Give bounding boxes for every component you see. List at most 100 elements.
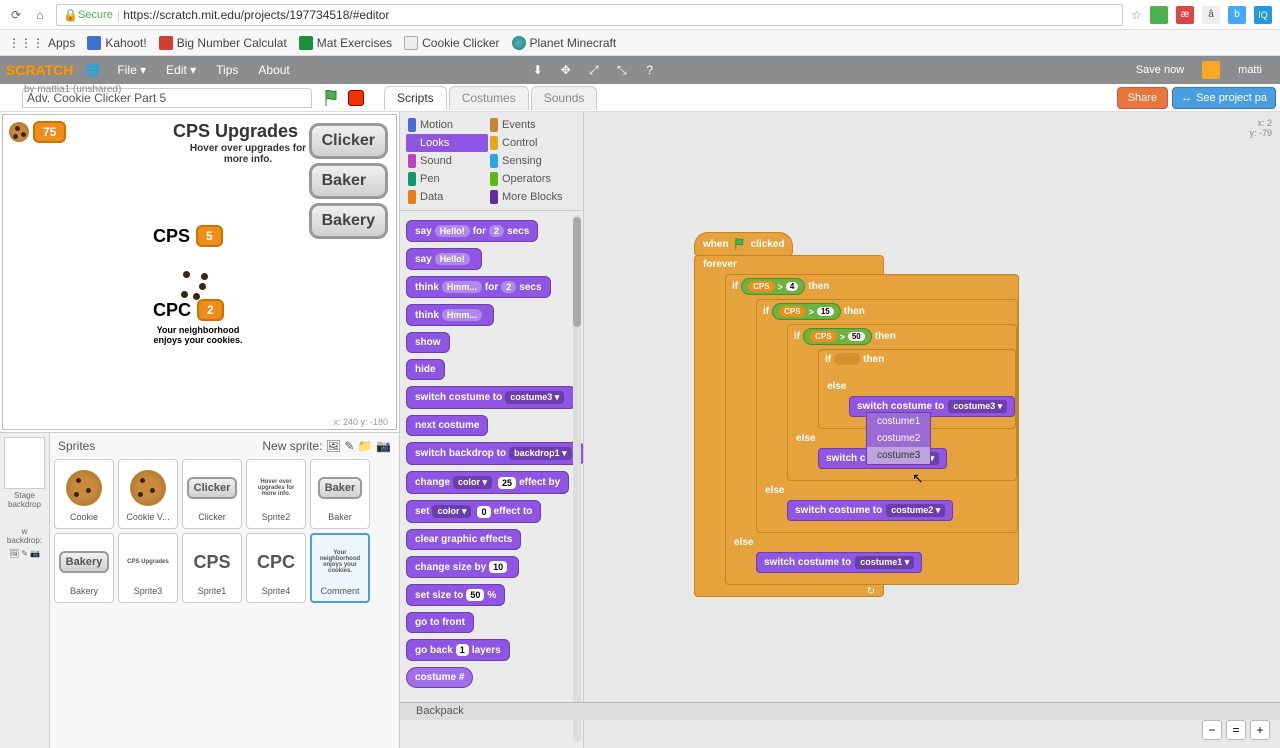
bookmark[interactable]: Kahoot! bbox=[87, 36, 146, 50]
script-stack[interactable]: when clicked forever if CPS>4 then bbox=[694, 232, 884, 597]
zoom-out-button[interactable]: − bbox=[1202, 720, 1222, 740]
switch-costume-block[interactable]: switch costume tocostume2 ▾ bbox=[787, 500, 953, 521]
ext-icon-1[interactable] bbox=[1150, 6, 1168, 24]
menu-edit[interactable]: Edit ▾ bbox=[156, 63, 206, 77]
clicker-button[interactable]: Clicker bbox=[309, 123, 388, 159]
dropdown-item[interactable]: costume3 bbox=[867, 447, 930, 464]
costume-dropdown[interactable]: costume1 costume2 costume3 bbox=[866, 412, 931, 465]
category-events[interactable]: Events bbox=[488, 116, 570, 134]
menu-file[interactable]: File ▾ bbox=[107, 63, 156, 77]
hat-block[interactable]: when clicked bbox=[694, 232, 793, 256]
sprite-cam-icon[interactable]: 📷 bbox=[376, 439, 391, 453]
category-more-blocks[interactable]: More Blocks bbox=[488, 188, 570, 206]
palette-block[interactable]: change size by 10 bbox=[406, 556, 519, 578]
bakery-button[interactable]: Bakery bbox=[309, 203, 388, 239]
sprite-card[interactable]: BakeryBakery bbox=[54, 533, 114, 603]
tab-scripts[interactable]: Scripts bbox=[384, 86, 447, 110]
backdrop-paint-icon[interactable]: ✎ bbox=[21, 549, 28, 558]
palette-block[interactable]: say Hello! for 2 secs bbox=[406, 220, 538, 242]
save-now[interactable]: Save now bbox=[1126, 64, 1194, 76]
menu-about[interactable]: About bbox=[248, 63, 299, 77]
zoom-reset-button[interactable]: = bbox=[1226, 720, 1246, 740]
palette-scrollbar[interactable] bbox=[573, 215, 581, 742]
bookmark[interactable]: Planet Minecraft bbox=[512, 36, 617, 50]
globe-icon[interactable]: 🌐 bbox=[85, 62, 101, 78]
backpack-panel[interactable]: Backpack bbox=[400, 702, 1280, 720]
category-sound[interactable]: Sound bbox=[406, 152, 488, 170]
category-operators[interactable]: Operators bbox=[488, 170, 570, 188]
sprite-lib-icon[interactable]: 🖼 bbox=[326, 439, 341, 453]
palette-block[interactable]: go back 1 layers bbox=[406, 639, 510, 661]
share-button[interactable]: Share bbox=[1117, 87, 1168, 109]
dropdown-item[interactable]: costume1 bbox=[867, 413, 930, 430]
user-icon[interactable] bbox=[1202, 61, 1220, 79]
sprite-card[interactable]: Your neighborhood enjoys your cookies.Co… bbox=[310, 533, 370, 603]
backdrop-cam-icon[interactable]: 📷 bbox=[30, 549, 40, 558]
baker-button[interactable]: Baker bbox=[309, 163, 388, 199]
category-looks[interactable]: Looks bbox=[406, 134, 488, 152]
category-control[interactable]: Control bbox=[488, 134, 570, 152]
forever-block[interactable]: forever if CPS>4 then if CPS>1 bbox=[694, 255, 884, 597]
home-icon[interactable]: ⌂ bbox=[32, 7, 48, 23]
category-data[interactable]: Data bbox=[406, 188, 488, 206]
palette-block[interactable]: go to front bbox=[406, 612, 474, 633]
palette-block[interactable]: set color ▾ 0 effect to bbox=[406, 500, 541, 523]
sprite-card[interactable]: CPSSprite1 bbox=[182, 533, 242, 603]
ext-icon-4[interactable]: b bbox=[1228, 6, 1246, 24]
sprite-card[interactable]: Cookie V... bbox=[118, 459, 178, 529]
url-bar[interactable]: 🔒 Secure | https://scratch.mit.edu/proje… bbox=[56, 4, 1123, 26]
grow-icon[interactable]: ⤢ bbox=[586, 62, 602, 78]
reload-icon[interactable]: ⟳ bbox=[8, 7, 24, 23]
sprite-card[interactable]: CPCSprite4 bbox=[246, 533, 306, 603]
palette-block[interactable]: costume # bbox=[406, 667, 473, 688]
sprite-card[interactable]: BakerBaker bbox=[310, 459, 370, 529]
palette-block[interactable]: set size to 50 % bbox=[406, 584, 505, 606]
menu-tips[interactable]: Tips bbox=[206, 63, 248, 77]
sprite-card[interactable]: Cookie bbox=[54, 459, 114, 529]
bookmark[interactable]: Cookie Clicker bbox=[404, 36, 499, 50]
see-project-page-button[interactable]: ↔ See project pa bbox=[1172, 87, 1276, 109]
palette-block[interactable]: show bbox=[406, 332, 450, 353]
palette-block[interactable]: clear graphic effects bbox=[406, 529, 521, 550]
ext-icon-5[interactable]: IQ bbox=[1254, 6, 1272, 24]
palette-block[interactable]: think Hmm... bbox=[406, 304, 494, 326]
palette-block[interactable]: think Hmm... for 2 secs bbox=[406, 276, 551, 298]
help-icon[interactable]: ? bbox=[642, 62, 658, 78]
stage[interactable]: 75 CPS Upgrades Hover over upgrades for … bbox=[2, 114, 397, 430]
sprite-upload-icon[interactable]: 📁 bbox=[358, 439, 373, 453]
stop-button[interactable] bbox=[348, 90, 364, 106]
ext-icon-2[interactable]: æ bbox=[1176, 6, 1194, 24]
stage-thumb[interactable] bbox=[4, 437, 45, 489]
palette-block[interactable]: switch backdrop to backdrop1 ▾ bbox=[406, 442, 583, 465]
tab-sounds[interactable]: Sounds bbox=[531, 86, 598, 110]
sprite-card[interactable]: Hover over upgrades for more info.Sprite… bbox=[246, 459, 306, 529]
zoom-in-button[interactable]: + bbox=[1250, 720, 1270, 740]
bookmark[interactable]: Mat Exercises bbox=[299, 36, 392, 50]
move-icon[interactable]: ✥ bbox=[558, 62, 574, 78]
green-flag-icon[interactable] bbox=[322, 88, 342, 108]
palette-block[interactable]: switch costume to costume3 ▾ bbox=[406, 386, 576, 409]
palette-block[interactable]: hide bbox=[406, 359, 445, 380]
palette-block[interactable]: change color ▾ 25 effect by bbox=[406, 471, 569, 494]
script-area[interactable]: x: 2 y: -79 when clicked forever if CPS>… bbox=[584, 112, 1280, 748]
category-pen[interactable]: Pen bbox=[406, 170, 488, 188]
palette-block[interactable]: next costume bbox=[406, 415, 488, 436]
category-sensing[interactable]: Sensing bbox=[488, 152, 570, 170]
shrink-icon[interactable]: ⤡ bbox=[614, 62, 630, 78]
palette-block[interactable]: say Hello! bbox=[406, 248, 482, 270]
sprite-paint-icon[interactable]: ✎ bbox=[344, 439, 354, 453]
category-motion[interactable]: Motion bbox=[406, 116, 488, 134]
star-icon[interactable]: ☆ bbox=[1131, 8, 1142, 22]
stamp-icon[interactable]: ⬇ bbox=[530, 62, 546, 78]
bookmark[interactable]: Big Number Calculat bbox=[159, 36, 287, 50]
backdrop-lib-icon[interactable]: 🖼 bbox=[9, 549, 19, 558]
sprite-card[interactable]: CPS UpgradesSprite3 bbox=[118, 533, 178, 603]
username[interactable]: matti bbox=[1228, 64, 1272, 76]
dropdown-item[interactable]: costume2 bbox=[867, 430, 930, 447]
apps-button[interactable]: ⋮⋮⋮ Apps bbox=[8, 36, 75, 50]
tab-costumes[interactable]: Costumes bbox=[449, 86, 529, 110]
sprite-card[interactable]: ClickerClicker bbox=[182, 459, 242, 529]
switch-costume-block[interactable]: switch costume tocostume1 ▾ bbox=[756, 552, 922, 573]
ext-icon-3[interactable]: â bbox=[1202, 6, 1220, 24]
scratch-logo[interactable]: SCRATCH bbox=[0, 62, 79, 78]
